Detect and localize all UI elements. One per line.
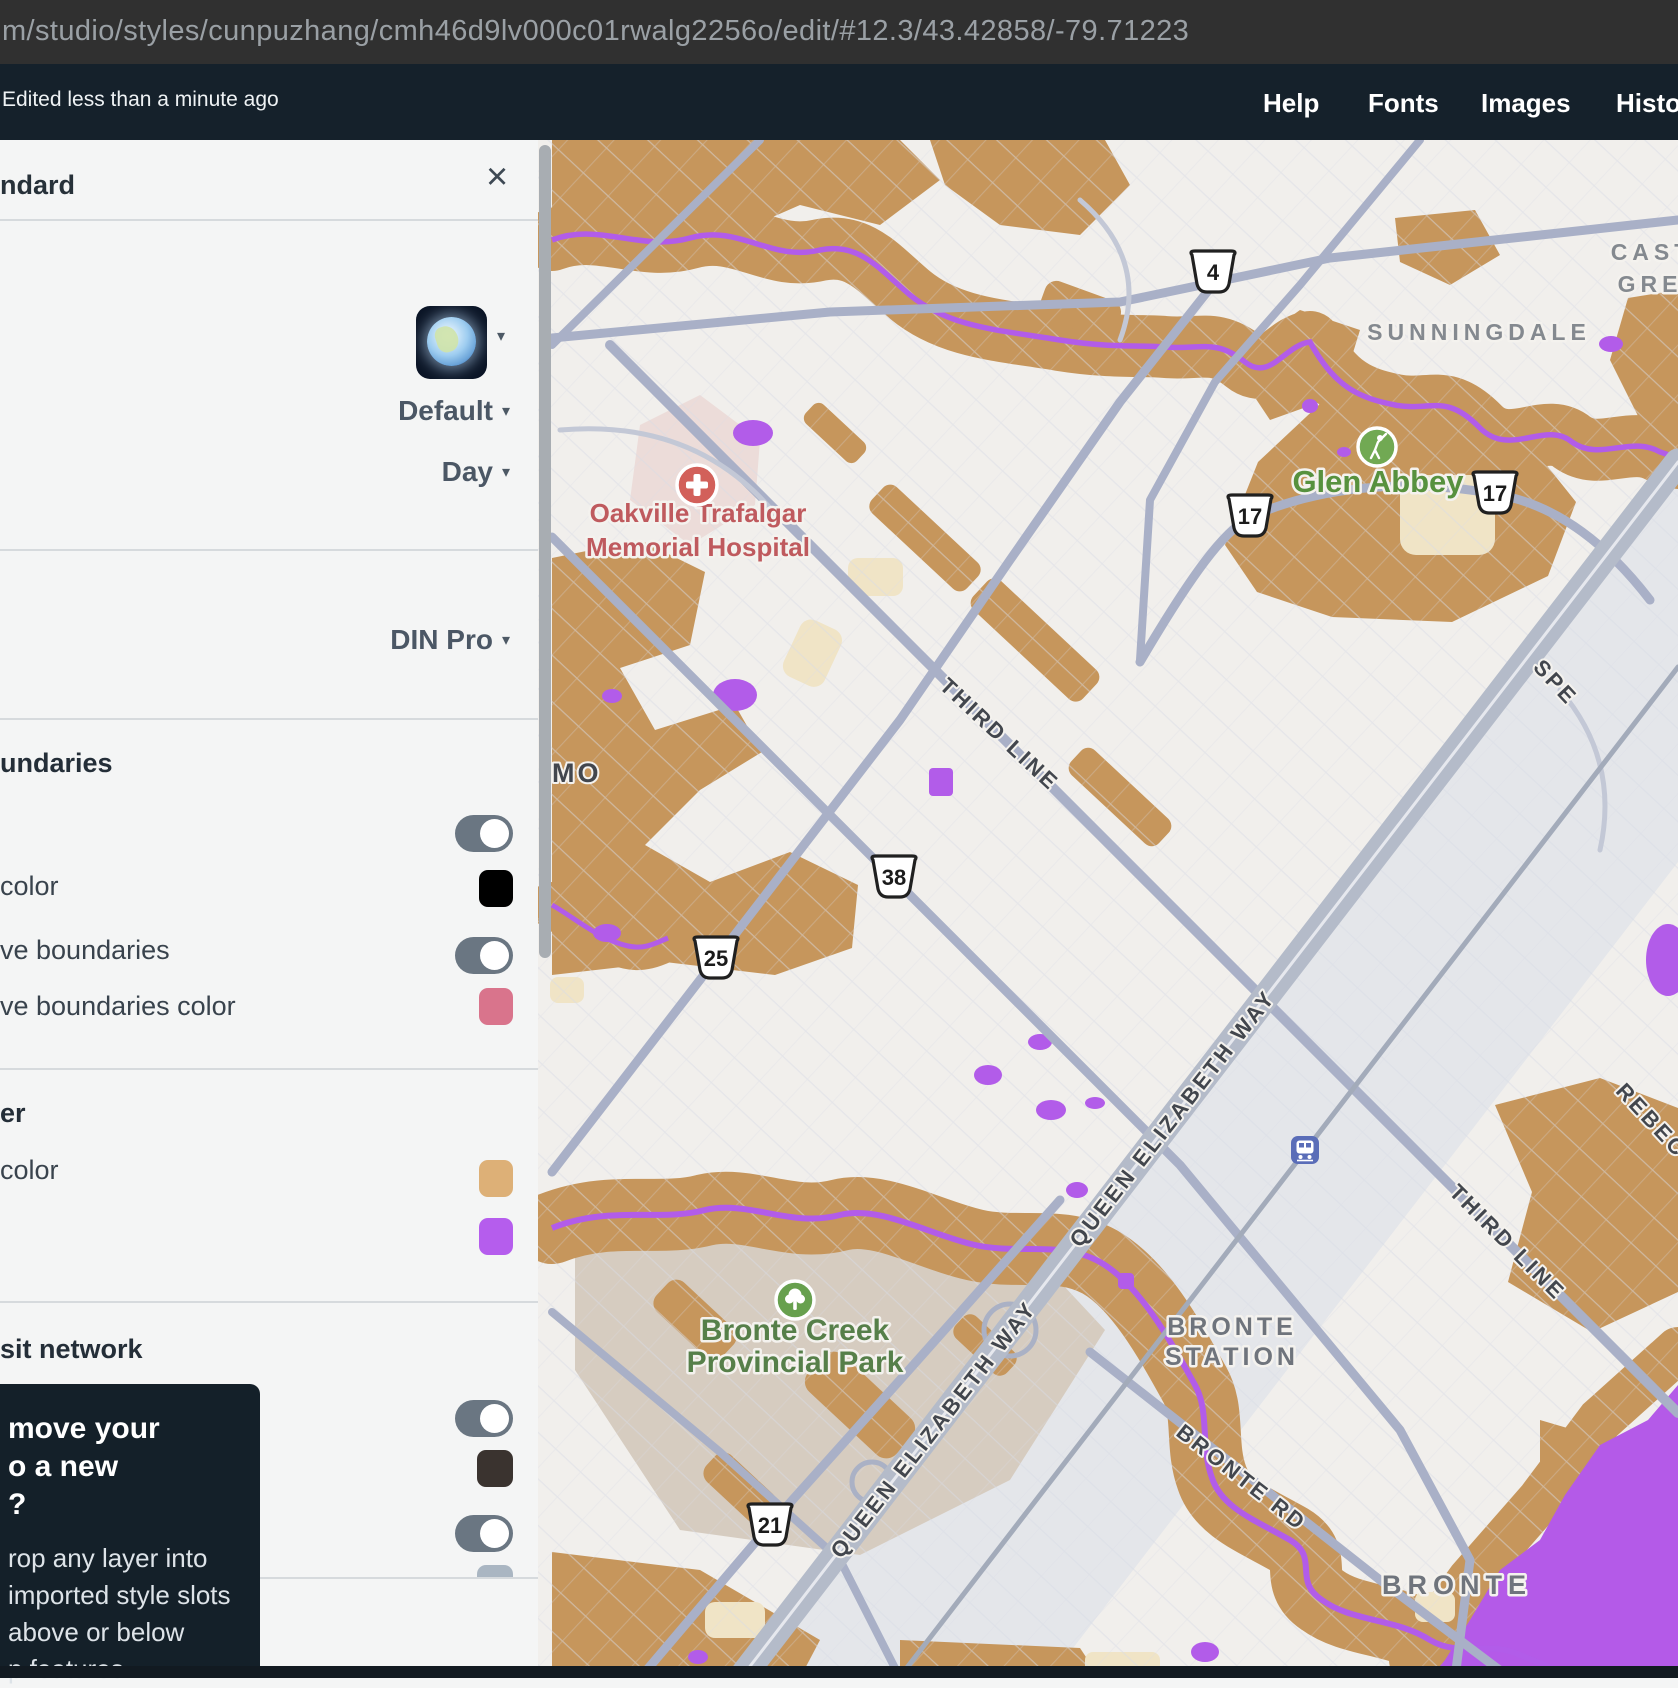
close-icon[interactable]: × [486, 158, 508, 196]
chevron-down-icon: ▾ [502, 401, 510, 421]
tooltip-heading: move your o a new ? [8, 1410, 260, 1524]
label-mo: MO [552, 758, 602, 788]
label-sunningdale: SUNNINGDALE [1367, 319, 1591, 345]
divider [0, 1301, 538, 1303]
thumbnail-caret-icon[interactable]: ▾ [497, 326, 505, 346]
admin-boundaries-toggle[interactable] [455, 937, 513, 974]
section-boundaries-heading: undaries [0, 748, 113, 779]
cover-color2-swatch[interactable] [479, 1218, 513, 1255]
boundaries-color-label: color [0, 871, 59, 902]
boundaries-color-swatch[interactable] [479, 870, 513, 907]
label-castle-line2: GRE [1618, 271, 1678, 297]
train-station-icon [1291, 1136, 1319, 1164]
variant-dropdown[interactable]: Default ▾ [398, 395, 510, 427]
shield-17a: 17 [1483, 481, 1507, 506]
label-hospital-line2: Memorial Hospital [586, 532, 810, 562]
font-dropdown[interactable]: DIN Pro ▾ [390, 624, 510, 656]
cover-color-label: color [0, 1155, 59, 1186]
preset-value: Day [442, 456, 493, 488]
transit-toggle-2[interactable] [455, 1515, 513, 1552]
variant-value: Default [398, 395, 493, 427]
label-glen-abbey: Glen Abbey [1292, 464, 1464, 499]
shield-4: 4 [1207, 260, 1220, 285]
edit-status: Edited less than a minute ago [2, 88, 279, 112]
menu-fonts[interactable]: Fonts [1368, 88, 1439, 119]
admin-boundaries-color-swatch[interactable] [479, 988, 513, 1025]
style-thumbnail-button[interactable] [416, 306, 487, 379]
golf-icon [1358, 428, 1396, 466]
panel-title: ndard [0, 170, 75, 201]
label-bronte-station-line1: BRONTE [1167, 1313, 1297, 1341]
divider [0, 219, 538, 221]
url-text[interactable]: m/studio/styles/cunpuzhang/cmh46d9lv000c… [2, 15, 1189, 48]
label-bronte: BRONTE [1382, 1570, 1532, 1600]
browser-url-bar[interactable]: m/studio/styles/cunpuzhang/cmh46d9lv000c… [0, 0, 1678, 64]
admin-boundaries-label: ve boundaries [0, 935, 170, 966]
studio-header: Edited less than a minute ago Help Fonts… [0, 64, 1678, 140]
shield-21: 21 [758, 1513, 782, 1538]
label-bronte-station-line2: STATION [1165, 1343, 1299, 1371]
chevron-down-icon: ▾ [502, 630, 510, 650]
label-park-line2: Provincial Park [687, 1346, 904, 1379]
label-castle-line1: CAST [1611, 239, 1678, 265]
menu-history[interactable]: History [1616, 88, 1678, 119]
transit-color-swatch[interactable] [477, 1450, 513, 1487]
section-transit-heading: sit network [0, 1334, 143, 1365]
bottom-bar [0, 1666, 1678, 1678]
shield-38: 38 [882, 865, 906, 890]
admin-boundaries-color-label: ve boundaries color [0, 991, 236, 1022]
divider [0, 1068, 538, 1070]
chevron-down-icon: ▾ [502, 462, 510, 482]
divider [0, 718, 538, 720]
light-preset-dropdown[interactable]: Day ▾ [442, 456, 510, 488]
shield-17b: 17 [1238, 504, 1262, 529]
boundaries-toggle[interactable] [455, 815, 513, 852]
font-value: DIN Pro [390, 624, 493, 656]
map-svg: SUNNINGDALE CAST GRE BRONTE STATION BRON… [538, 140, 1678, 1678]
panel-scrollbar[interactable] [539, 145, 551, 958]
menu-images[interactable]: Images [1481, 88, 1571, 119]
divider [0, 549, 538, 551]
cover-color-swatch[interactable] [479, 1160, 513, 1197]
shield-25: 25 [704, 946, 728, 971]
move-layers-tooltip: move your o a new ? rop any layer into i… [0, 1384, 260, 1678]
section-cover-heading: er [0, 1098, 26, 1129]
transit-toggle[interactable] [455, 1400, 513, 1437]
park-tree-icon [776, 1281, 814, 1319]
hospital-icon [677, 465, 717, 505]
menu-help[interactable]: Help [1263, 88, 1319, 119]
map-canvas[interactable]: SUNNINGDALE CAST GRE BRONTE STATION BRON… [538, 140, 1678, 1678]
